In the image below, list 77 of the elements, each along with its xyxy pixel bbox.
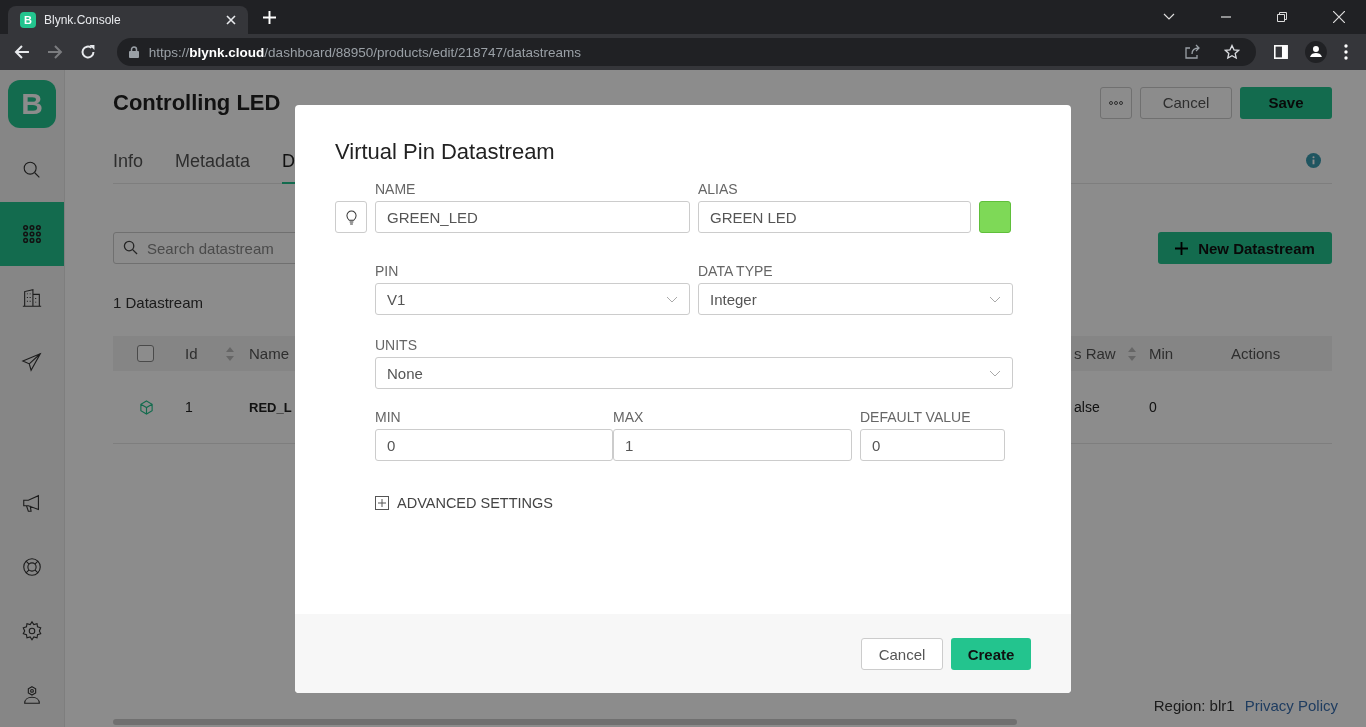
restore-icon[interactable] [1277, 12, 1287, 22]
chevron-down-icon [989, 295, 1001, 303]
default-value-field[interactable]: 0 [860, 429, 1005, 461]
advanced-settings-toggle[interactable]: ADVANCED SETTINGS [375, 495, 554, 511]
paper-plane-icon [21, 351, 43, 373]
sort-icon[interactable] [1127, 346, 1136, 361]
checkbox[interactable] [137, 345, 154, 362]
min-field[interactable]: 0 [375, 429, 613, 461]
building-icon [21, 287, 43, 309]
new-tab-icon[interactable] [263, 10, 276, 24]
sidebar-item[interactable] [0, 202, 64, 266]
field-label: UNITS [375, 337, 418, 355]
field-label: PIN [375, 263, 400, 281]
star-icon[interactable] [1224, 44, 1241, 60]
data-type-dropdown[interactable]: Integer [698, 283, 1013, 315]
column-header[interactable]: Min [1149, 345, 1174, 362]
field-label: MAX [613, 409, 645, 427]
region-label: Region: blr1 [1153, 697, 1235, 714]
alias-field[interactable]: GREEN LED [698, 201, 971, 233]
close-icon[interactable] [226, 15, 236, 25]
plus-square-icon [375, 496, 389, 510]
lightbulb-icon [345, 209, 357, 225]
tab[interactable]: Metadata [175, 137, 251, 184]
share-icon[interactable] [1184, 44, 1201, 60]
column-header[interactable]: Id [185, 345, 234, 362]
icon-picker-button[interactable] [335, 201, 367, 233]
address-bar[interactable]: https://blynk.cloud/dashboard/88950/products/edit/218747/datastreams [116, 38, 1257, 66]
chevron-down-icon [666, 295, 678, 303]
cancel-button[interactable]: Cancel [1140, 86, 1232, 119]
lock-icon [128, 46, 139, 58]
reload-icon[interactable] [79, 44, 96, 60]
max-field[interactable]: 1 [613, 429, 852, 461]
scrollbar[interactable] [113, 719, 1017, 725]
chevron-down-icon[interactable] [1163, 13, 1175, 21]
grid-icon [21, 223, 43, 245]
field-label: NAME [375, 181, 417, 199]
lifebuoy-icon [21, 556, 43, 578]
field-label: DEFAULT VALUE [860, 409, 972, 427]
more-button[interactable] [1100, 86, 1132, 119]
settings-icon [21, 620, 43, 642]
create-button[interactable]: Create [951, 638, 1031, 670]
table-cell: RED_L [249, 399, 292, 415]
column-header[interactable]: Actions [1231, 345, 1281, 362]
profile-icon[interactable] [1305, 41, 1327, 63]
table-cell: 1 [185, 399, 193, 415]
close-icon[interactable] [1333, 11, 1345, 23]
search-icon [123, 240, 138, 255]
sort-icon[interactable] [225, 346, 234, 361]
user-badge-icon [21, 684, 43, 706]
name-field[interactable]: GREEN_LED [375, 201, 690, 233]
url-text: https://blynk.cloud/dashboard/88950/products/edit/218747/datastreams [148, 44, 582, 60]
favicon: B [20, 12, 36, 28]
info-icon[interactable] [1306, 153, 1321, 168]
dialog-title: Virtual Pin Datastream [334, 138, 556, 166]
column-header[interactable]: s Raw [1074, 345, 1136, 362]
datastream-count: 1 Datastream [113, 294, 204, 313]
browser-tab[interactable]: B Blynk.Console [8, 6, 248, 34]
tab-title: Blynk.Console [44, 13, 122, 27]
cancel-button[interactable]: Cancel [861, 638, 943, 670]
page-title: Controlling LED [113, 89, 281, 116]
table-cell: alse [1074, 399, 1100, 415]
menu-icon[interactable] [1344, 44, 1348, 60]
cube-icon [139, 399, 154, 415]
tab[interactable]: Info [113, 137, 144, 184]
dots-icon [1109, 100, 1123, 105]
pin-dropdown[interactable]: V1 [375, 283, 690, 315]
table-cell: 0 [1149, 399, 1157, 415]
plus-icon [1175, 241, 1189, 255]
field-label: MIN [375, 409, 402, 427]
back-icon[interactable] [14, 44, 30, 60]
field-label: ALIAS [698, 181, 739, 199]
field-label: DATA TYPE [698, 263, 774, 281]
side-panel-icon[interactable] [1274, 45, 1289, 59]
units-dropdown[interactable]: None [375, 357, 1013, 389]
color-swatch[interactable] [979, 201, 1011, 233]
chevron-down-icon [989, 369, 1001, 377]
column-header[interactable]: Name [249, 345, 289, 362]
